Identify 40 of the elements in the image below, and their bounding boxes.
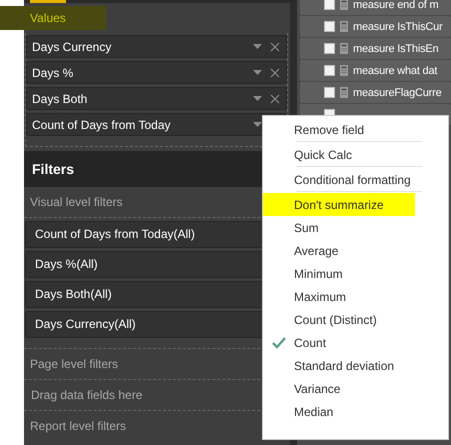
menu-item[interactable]: Quick Calc: [263, 143, 448, 166]
field-list-item[interactable]: measure IsThisEn: [300, 38, 451, 59]
field-name: measure IsThisCur: [353, 20, 443, 32]
caret-icon[interactable]: [253, 96, 262, 101]
active-tab-indicator: [30, 0, 66, 3]
caret-icon[interactable]: [253, 70, 262, 75]
calculator-icon: [340, 0, 348, 10]
close-icon[interactable]: [270, 42, 280, 52]
field-well-item[interactable]: Days Currency: [26, 35, 287, 58]
calculator-icon: [340, 87, 348, 98]
field-name: Days Currency: [32, 40, 112, 54]
field-name: Count of Days from Today: [32, 118, 172, 132]
field-name: Days %: [32, 66, 74, 80]
field-name: Days Both: [32, 92, 88, 106]
close-icon[interactable]: [270, 94, 280, 104]
field-well-item[interactable]: Count of Days from Today: [26, 113, 287, 136]
checkbox[interactable]: [324, 43, 335, 54]
calculator-icon: [340, 43, 348, 54]
caret-icon[interactable]: [253, 44, 262, 49]
menu-item[interactable]: Conditional formatting: [263, 168, 448, 191]
calculator-icon: [340, 65, 348, 76]
menu-item[interactable]: Don't summarize: [263, 193, 415, 216]
section-label: Visual level filters: [29, 194, 124, 211]
field-well-item[interactable]: Days %: [26, 61, 287, 84]
filters-title: Filters: [32, 161, 74, 177]
field-name: measure what dat: [353, 64, 438, 76]
section-label: Values: [0, 6, 106, 30]
close-icon[interactable]: [270, 68, 280, 78]
checkbox[interactable]: [324, 0, 335, 10]
field-name: measureFlagCurre: [353, 86, 442, 98]
checkbox[interactable]: [324, 21, 335, 32]
field-name: measure IsThisEn: [353, 42, 438, 54]
caret-icon[interactable]: [253, 122, 262, 127]
checkbox[interactable]: [324, 65, 335, 76]
field-list-item[interactable]: measure IsThisCur: [300, 16, 451, 37]
field-list-item[interactable]: measure what dat: [300, 60, 451, 81]
checkbox[interactable]: [324, 87, 335, 98]
field-list-item[interactable]: measureFlagCurre: [300, 82, 451, 103]
field-well-item[interactable]: Days Both: [26, 87, 287, 110]
calculator-icon: [340, 21, 348, 32]
